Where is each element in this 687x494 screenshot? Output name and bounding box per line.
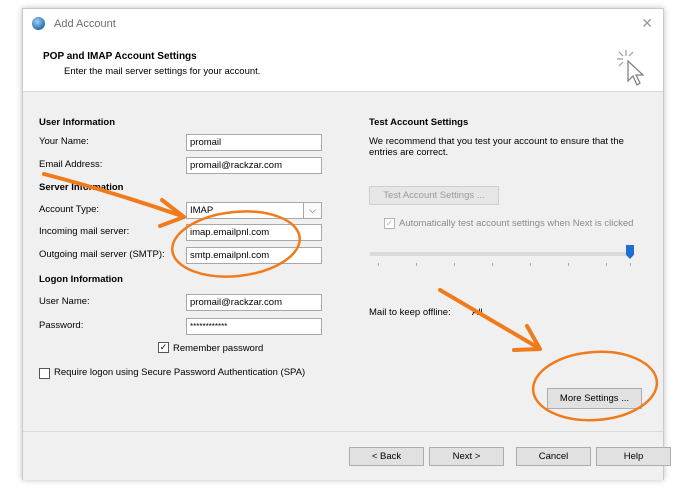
slider-tick [416,263,417,266]
outgoing-server-label: Outgoing mail server (SMTP): [39,249,165,260]
user-name-label: User Name: [39,296,90,307]
incoming-server-field[interactable]: imap.emailpnl.com [186,224,322,241]
cancel-button[interactable]: Cancel [516,447,591,466]
slider-tick [606,263,607,266]
incoming-server-label: Incoming mail server: [39,226,130,237]
wizard-footer: < Back Next > Cancel Help [23,431,671,480]
auto-test-label: Automatically test account settings when… [399,218,634,229]
more-settings-button[interactable]: More Settings ... [547,388,642,409]
auto-test-checkbox[interactable]: ✓ [384,218,395,229]
offline-slider-thumb[interactable] [626,245,634,259]
offline-value: All [472,307,483,318]
password-field[interactable]: ************ [186,318,322,335]
test-settings-heading: Test Account Settings [369,117,469,128]
settings-panel: User Information Your Name: promail Emai… [23,92,663,431]
add-account-dialog: Add Account ✕ POP and IMAP Account Setti… [22,8,671,480]
page-subtitle: Enter the mail server settings for your … [64,66,261,77]
close-icon[interactable]: ✕ [641,15,653,32]
title-bar: Add Account ✕ [23,9,663,39]
slider-tick [530,263,531,266]
spa-label: Require logon using Secure Password Auth… [54,367,306,378]
outgoing-server-field[interactable]: smtp.emailpnl.com [186,247,322,264]
your-name-label: Your Name: [39,136,89,147]
back-button[interactable]: < Back [349,447,424,466]
password-label: Password: [39,320,84,331]
wizard-cursor-icon [617,50,645,86]
logon-info-heading: Logon Information [39,274,123,285]
test-settings-description: We recommend that you test your account … [369,136,624,158]
email-address-field[interactable]: promail@rackzar.com [186,157,322,174]
chevron-down-icon[interactable]: ⌵ [303,203,321,218]
server-info-heading: Server Information [39,182,124,193]
account-type-select[interactable]: IMAP ⌵ [186,202,322,219]
email-address-label: Email Address: [39,159,103,170]
slider-tick [568,263,569,266]
test-account-settings-button[interactable]: Test Account Settings ... [369,186,499,205]
window-title: Add Account [54,18,116,30]
offline-label: Mail to keep offline: [369,307,451,318]
account-type-label: Account Type: [39,204,100,215]
account-type-value: IMAP [190,205,214,216]
outlook-app-icon [32,17,45,30]
slider-tick [378,263,379,266]
slider-tick [630,263,631,266]
help-button[interactable]: Help [596,447,671,466]
remember-password-label: Remember password [173,343,264,354]
page-title: POP and IMAP Account Settings [43,51,197,62]
user-name-field[interactable]: promail@rackzar.com [186,294,322,311]
offline-slider-track[interactable] [370,252,632,256]
slider-tick [492,263,493,266]
wizard-header: POP and IMAP Account Settings Enter the … [23,39,663,92]
remember-password-checkbox[interactable]: ✓ [158,342,169,353]
spa-checkbox[interactable] [39,368,50,379]
user-info-heading: User Information [39,117,116,128]
your-name-field[interactable]: promail [186,134,322,151]
next-button[interactable]: Next > [429,447,504,466]
slider-tick [454,263,455,266]
